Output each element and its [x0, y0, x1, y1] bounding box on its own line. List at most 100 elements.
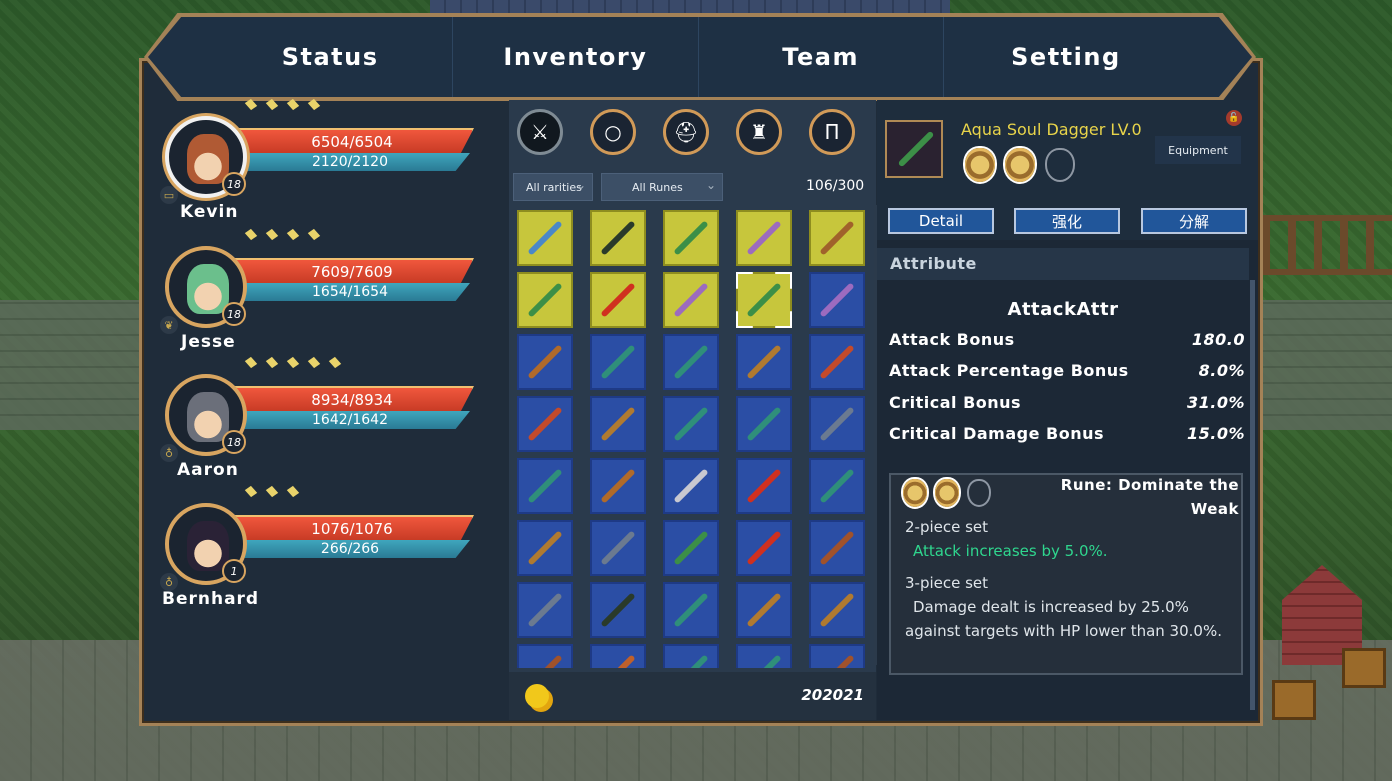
set2-bonus: Attack increases by 5.0%.: [913, 542, 1108, 560]
mp-value: 266/266: [320, 541, 380, 557]
weapon-icon: [819, 344, 855, 380]
enhance-button[interactable]: 强化: [1014, 208, 1120, 234]
inventory-slot[interactable]: [517, 210, 573, 266]
inventory-slot[interactable]: [517, 458, 573, 514]
inventory-slot[interactable]: [736, 210, 792, 266]
attack-attr-header: AttackAttr: [1007, 299, 1119, 320]
rune-icon: [965, 148, 995, 182]
detail-button[interactable]: Detail: [888, 208, 994, 234]
pants-icon: Π: [824, 120, 840, 144]
inventory-slot[interactable]: [590, 582, 646, 638]
inventory-slot[interactable]: [590, 458, 646, 514]
inventory-slot[interactable]: [590, 520, 646, 576]
inventory-slot[interactable]: [663, 396, 719, 452]
inventory-slot[interactable]: [736, 458, 792, 514]
item-header: Aqua Soul Dagger LV.0 🔓 Equipment Detail…: [877, 100, 1258, 240]
inventory-slot[interactable]: [809, 396, 865, 452]
inventory-slot[interactable]: [663, 334, 719, 390]
character-face: [187, 521, 229, 571]
inventory-slot[interactable]: [517, 334, 573, 390]
inventory-slot[interactable]: [590, 334, 646, 390]
team-member-2[interactable]: 8934/8934 1642/1642 18 ♁ Aaron: [160, 356, 490, 488]
inventory-slot[interactable]: [809, 334, 865, 390]
hp-value: 6504/6504: [311, 133, 393, 151]
weapon-icon: [600, 344, 636, 380]
tab-inventory[interactable]: Inventory: [453, 17, 699, 97]
inventory-slot[interactable]: [663, 520, 719, 576]
weapon-icon: [673, 468, 709, 504]
inventory-slot[interactable]: [517, 582, 573, 638]
dismantle-button[interactable]: 分解: [1141, 208, 1247, 234]
inventory-slot[interactable]: [736, 644, 792, 668]
level-badge: 18: [222, 430, 246, 454]
weapon-icon: [673, 344, 709, 380]
money-bar: 202021: [509, 672, 876, 720]
item-detail-panel: Aqua Soul Dagger LV.0 🔓 Equipment Detail…: [877, 100, 1258, 720]
weapon-icon: [527, 344, 563, 380]
dagger-icon: [897, 130, 935, 168]
inventory-slot[interactable]: [809, 210, 865, 266]
detail-scrollbar[interactable]: [1250, 280, 1255, 710]
tab-team[interactable]: Team: [699, 17, 944, 97]
lock-icon[interactable]: 🔓: [1226, 110, 1242, 126]
inventory-slot[interactable]: [663, 582, 719, 638]
runes-filter-select[interactable]: All Runes ⌄: [601, 173, 723, 201]
inventory-slot[interactable]: [590, 396, 646, 452]
inventory-slot[interactable]: [590, 644, 646, 668]
mp-bar: 266/266: [230, 540, 470, 558]
inventory-slot[interactable]: [736, 272, 792, 328]
team-member-3[interactable]: 1076/1076 266/266 1 ♁ Bernhard: [160, 485, 490, 617]
inventory-slot[interactable]: [517, 520, 573, 576]
rune-set-box: Rune: Dominate the Weak 2-piece set Atta…: [889, 473, 1243, 675]
rune-icon: [935, 479, 959, 507]
inventory-slot[interactable]: [809, 582, 865, 638]
inventory-slot[interactable]: [809, 272, 865, 328]
hp-bar: 7609/7609: [230, 258, 474, 286]
helmet-icon: ⛑: [673, 120, 699, 144]
inventory-slot[interactable]: [517, 396, 573, 452]
rarity-filter-select[interactable]: All rarities ⌄: [513, 173, 593, 201]
weapon-icon: [527, 282, 563, 318]
category-weapon-button[interactable]: ⚔: [517, 109, 563, 155]
category-armor-button[interactable]: ♜: [736, 109, 782, 155]
weapon-icon: [819, 592, 855, 628]
inventory-slot[interactable]: [663, 644, 719, 668]
inventory-slot[interactable]: [517, 644, 573, 668]
star-rating: [244, 228, 321, 241]
inventory-slot[interactable]: [736, 334, 792, 390]
member-name: Jesse: [181, 332, 236, 352]
weapon-icon: [746, 220, 782, 256]
inventory-slot[interactable]: [736, 520, 792, 576]
star-rating: [244, 485, 300, 498]
inventory-slot[interactable]: [736, 396, 792, 452]
empty-rune-slot-icon: [967, 479, 991, 507]
empty-rune-slot-icon: [1045, 148, 1075, 182]
inventory-slot[interactable]: [517, 272, 573, 328]
weapon-icon: [819, 468, 855, 504]
inventory-slot[interactable]: [663, 272, 719, 328]
inventory-slot[interactable]: [736, 582, 792, 638]
mp-bar: 1642/1642: [230, 411, 470, 429]
category-ring-button[interactable]: ○: [590, 109, 636, 155]
inventory-slot[interactable]: [663, 210, 719, 266]
hp-bar: 8934/8934: [230, 386, 474, 414]
inventory-slot[interactable]: [663, 458, 719, 514]
inventory-slot[interactable]: [809, 520, 865, 576]
tab-status[interactable]: Status: [208, 17, 454, 97]
team-member-0[interactable]: 6504/6504 2120/2120 18 ▭ Kevin: [160, 98, 490, 230]
category-helmet-button[interactable]: ⛑: [663, 109, 709, 155]
attribute-value: 15.0%: [1186, 424, 1245, 443]
mp-value: 1642/1642: [312, 412, 388, 428]
inventory-slot[interactable]: [590, 210, 646, 266]
inventory-count: 106/300: [806, 178, 865, 194]
set3-bonus: Damage dealt is increased by 25.0% again…: [905, 598, 1222, 640]
category-pants-button[interactable]: Π: [809, 109, 855, 155]
attribute-row: Critical Bonus 31.0%: [889, 393, 1245, 412]
equip-button[interactable]: Equipment: [1155, 136, 1241, 164]
team-member-1[interactable]: 7609/7609 1654/1654 18 ❦ Jesse: [160, 228, 490, 360]
inventory-slot[interactable]: [809, 644, 865, 668]
tab-setting[interactable]: Setting: [944, 17, 1188, 97]
inventory-slot[interactable]: [590, 272, 646, 328]
weapon-icon: [673, 592, 709, 628]
inventory-slot[interactable]: [809, 458, 865, 514]
